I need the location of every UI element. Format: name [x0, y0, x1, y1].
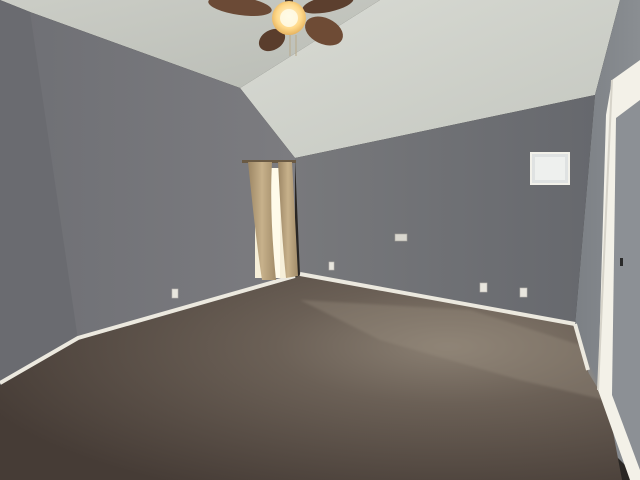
room-photo: [0, 0, 640, 480]
thermostat-icon: [394, 233, 408, 242]
room-illustration: [0, 0, 640, 480]
window-icon: [530, 152, 570, 185]
electrical-outlet-icon: [328, 261, 335, 271]
electrical-outlet-icon: [171, 288, 179, 299]
light-fixture-icon: [272, 1, 306, 35]
electrical-outlet-icon: [479, 282, 488, 293]
electrical-outlet-icon: [519, 287, 528, 298]
